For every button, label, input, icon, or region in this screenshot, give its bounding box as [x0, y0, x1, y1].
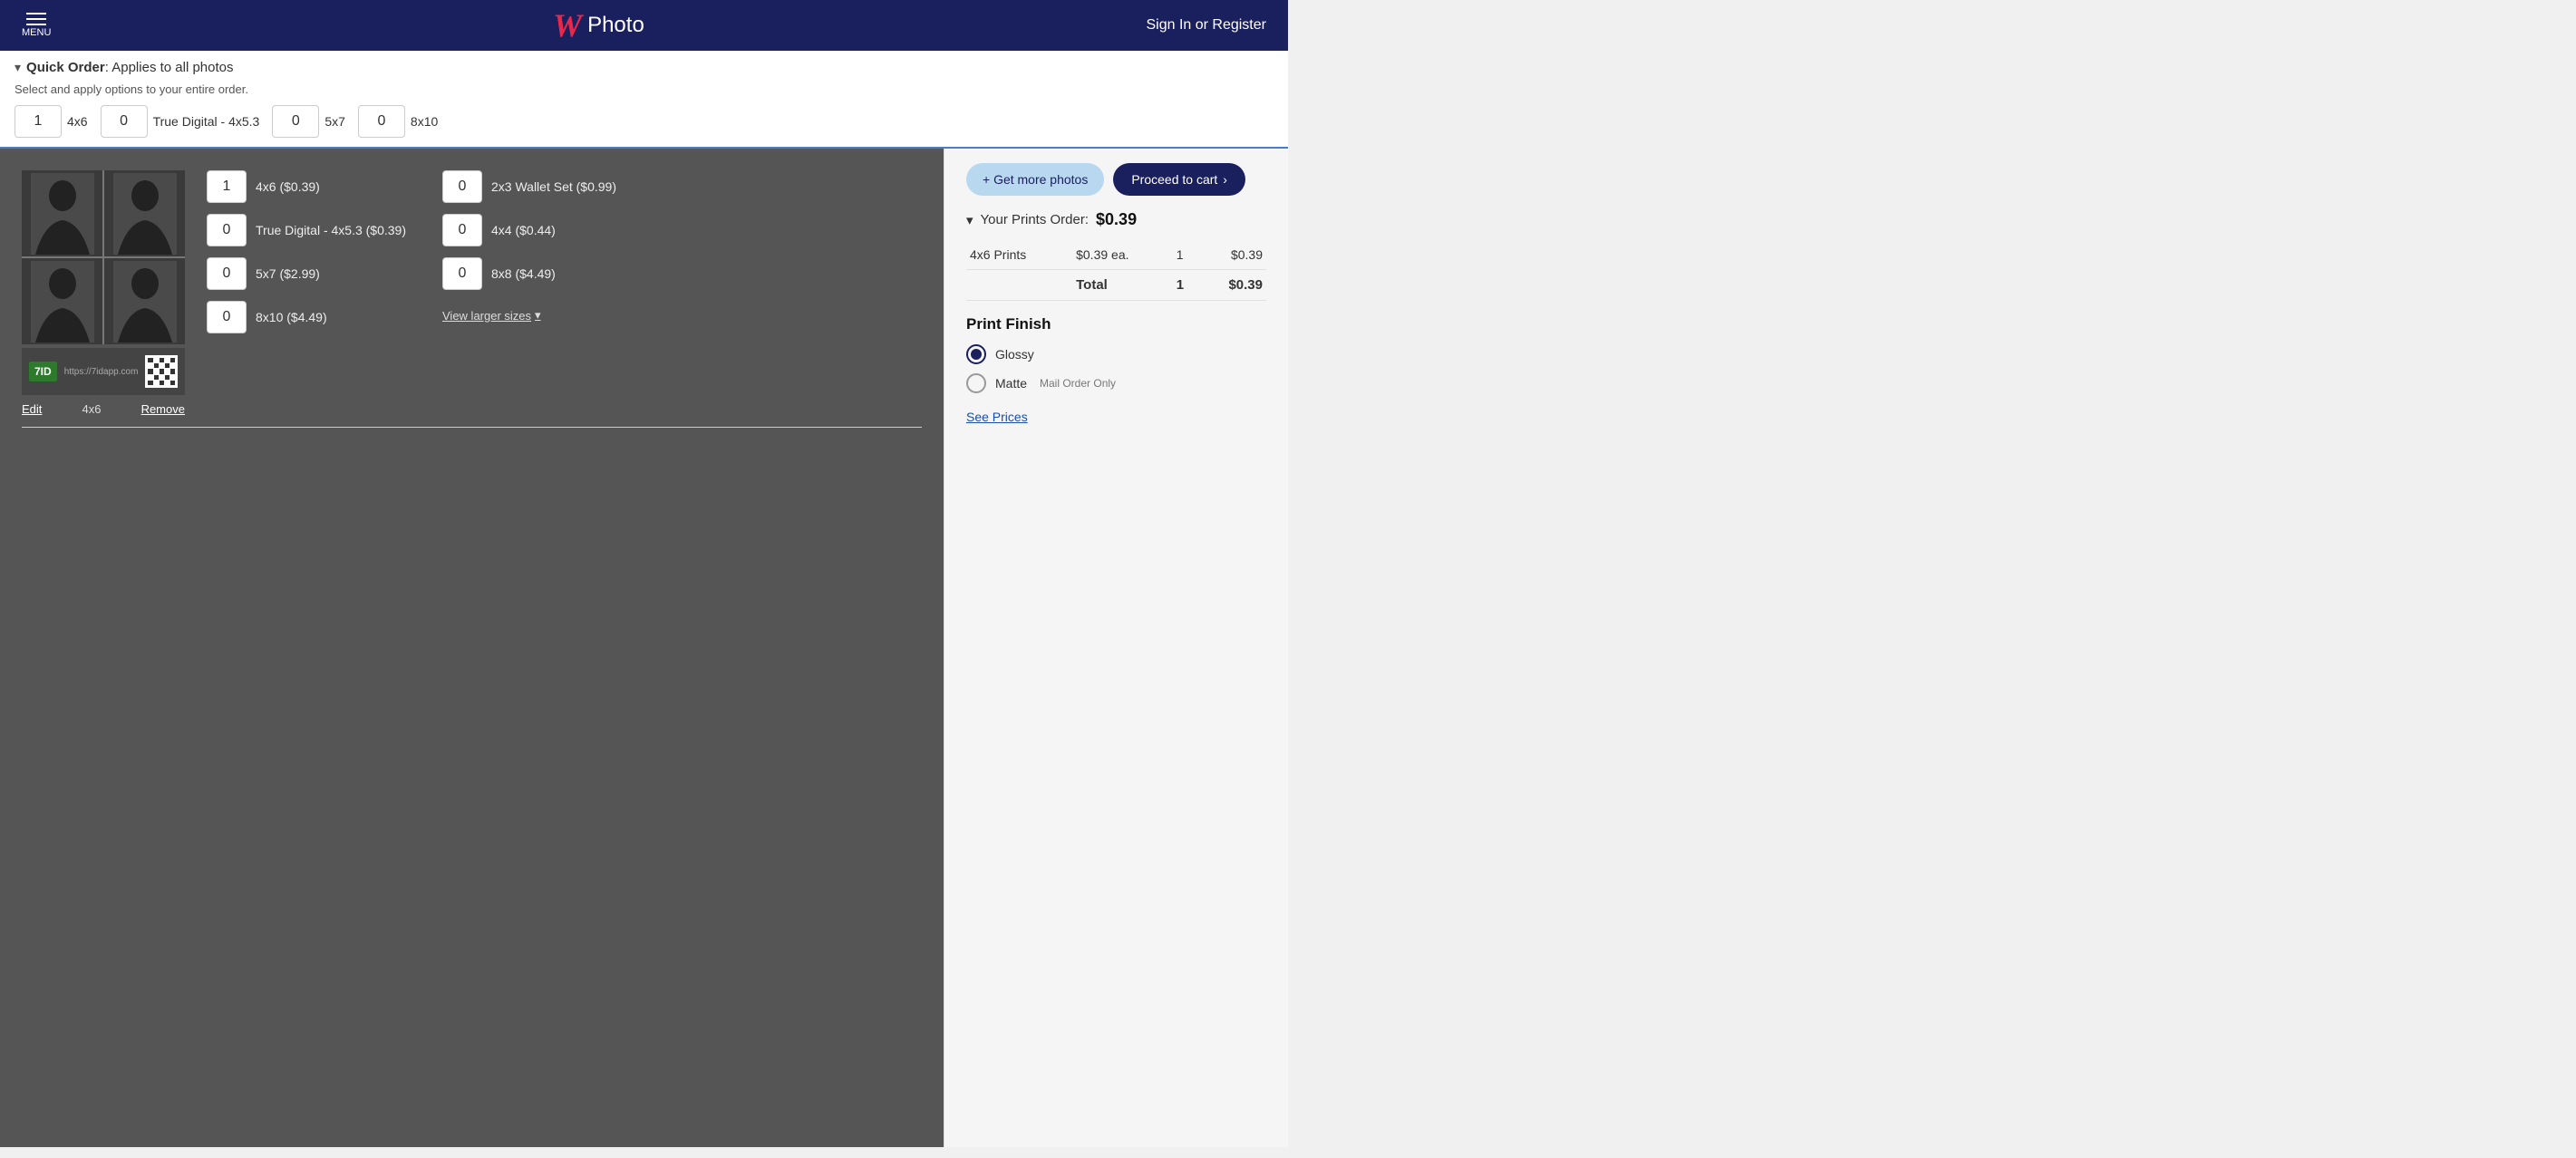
total-amount: $0.39 [1197, 270, 1266, 301]
label-option-4x4: 4x4 ($0.44) [491, 223, 556, 237]
matte-sublabel: Mail Order Only [1040, 377, 1116, 390]
photo-section: 7ID https://7idapp.com Edit 4x6 Re [22, 170, 922, 416]
matte-label: Matte [995, 376, 1027, 391]
item-qty: 1 [1173, 240, 1197, 270]
order-summary-label: Your Prints Order: [981, 212, 1089, 227]
photo-actions: Edit 4x6 Remove [22, 402, 185, 416]
photo-thumbnails: 7ID https://7idapp.com Edit 4x6 Re [22, 170, 185, 416]
person-silhouette-icon [113, 261, 177, 343]
label-option-true-digital: True Digital - 4x5.3 ($0.39) [256, 223, 406, 237]
qty-5x7[interactable]: 0 [207, 257, 247, 290]
options-col-left: 1 4x6 ($0.39) 0 True Digital - 4x5.3 ($0… [207, 170, 406, 333]
label-4x6: 4x6 [67, 114, 88, 129]
quick-order-bar: ▾ Quick Order: Applies to all photos Sel… [0, 51, 1288, 149]
label-option-5x7: 5x7 ($2.99) [256, 266, 320, 281]
section-divider [22, 427, 922, 428]
app-logo: W Photo [553, 6, 644, 44]
order-summary-header[interactable]: ▾ Your Prints Order: $0.39 [966, 210, 1266, 229]
action-buttons: + Get more photos Proceed to cart › [966, 163, 1266, 196]
table-row-total: Total 1 $0.39 [966, 270, 1266, 301]
quick-order-title[interactable]: ▾ Quick Order: Applies to all photos [15, 60, 1273, 75]
print-options: 1 4x6 ($0.39) 0 True Digital - 4x5.3 ($0… [207, 170, 922, 333]
view-larger-chevron-icon: ▾ [535, 308, 541, 323]
total-qty: 1 [1173, 270, 1197, 301]
edit-link[interactable]: Edit [22, 402, 42, 416]
print-finish-title: Print Finish [966, 315, 1266, 333]
quick-order-chevron-icon: ▾ [15, 60, 21, 75]
option-row-5x7: 0 5x7 ($2.99) [207, 257, 406, 290]
item-unit-price: $0.39 ea. [1072, 240, 1173, 270]
options-col-right: 0 2x3 Wallet Set ($0.99) 0 4x4 ($0.44) 0… [442, 170, 616, 333]
quick-order-subtitle: Select and apply options to your entire … [15, 82, 1273, 96]
proceed-arrow-icon: › [1223, 172, 1227, 187]
finish-option-glossy[interactable]: Glossy [966, 344, 1266, 364]
glossy-radio-button[interactable] [966, 344, 986, 364]
qty-4x6[interactable]: 1 [207, 170, 247, 203]
options-columns: 1 4x6 ($0.39) 0 True Digital - 4x5.3 ($0… [207, 170, 922, 333]
label-true-digital: True Digital - 4x5.3 [153, 114, 260, 129]
qr-code-icon [145, 355, 178, 388]
option-row-true-digital: 0 True Digital - 4x5.3 ($0.39) [207, 214, 406, 246]
qty-input-true-digital[interactable]: 0 [101, 105, 148, 138]
left-panel: 7ID https://7idapp.com Edit 4x6 Re [0, 149, 944, 1147]
label-8x10: 8x10 [411, 114, 438, 129]
qty-true-digital[interactable]: 0 [207, 214, 247, 246]
proceed-to-cart-button[interactable]: Proceed to cart › [1113, 163, 1245, 196]
matte-radio-button[interactable] [966, 373, 986, 393]
qty-input-8x10[interactable]: 0 [358, 105, 405, 138]
photo-watermark: 7ID https://7idapp.com [22, 348, 185, 395]
label-5x7: 5x7 [324, 114, 345, 129]
option-row-4x4: 0 4x4 ($0.44) [442, 214, 616, 246]
remove-link[interactable]: Remove [141, 402, 185, 416]
qty-8x8[interactable]: 0 [442, 257, 482, 290]
menu-button[interactable]: MENU [22, 13, 51, 38]
qty-input-5x7[interactable]: 0 [272, 105, 319, 138]
finish-option-matte[interactable]: Matte Mail Order Only [966, 373, 1266, 393]
label-option-8x8: 8x8 ($4.49) [491, 266, 556, 281]
label-option-wallet: 2x3 Wallet Set ($0.99) [491, 179, 616, 194]
order-table: 4x6 Prints $0.39 ea. 1 $0.39 Total 1 $0.… [966, 240, 1266, 301]
get-more-photos-button[interactable]: + Get more photos [966, 163, 1104, 196]
logo-w-icon: W [553, 6, 582, 44]
qty-4x4[interactable]: 0 [442, 214, 482, 246]
label-option-8x10: 8x10 ($4.49) [256, 310, 327, 324]
main-layout: 7ID https://7idapp.com Edit 4x6 Re [0, 149, 1288, 1147]
total-label-empty [966, 270, 1072, 301]
photo-size-label: 4x6 [82, 402, 102, 416]
photo-cell-1 [22, 170, 102, 256]
order-summary-chevron-icon: ▾ [966, 212, 973, 228]
option-row-wallet: 0 2x3 Wallet Set ($0.99) [442, 170, 616, 203]
watermark-badge: 7ID [29, 362, 57, 381]
order-total-price: $0.39 [1096, 210, 1137, 229]
photo-cell-2 [104, 170, 185, 256]
total-label: Total [1072, 270, 1173, 301]
qty-wallet[interactable]: 0 [442, 170, 482, 203]
option-row-8x8: 0 8x8 ($4.49) [442, 257, 616, 290]
quick-order-inputs: 1 4x6 0 True Digital - 4x5.3 0 5x7 0 8x1… [15, 105, 1273, 138]
table-row: 4x6 Prints $0.39 ea. 1 $0.39 [966, 240, 1266, 270]
right-panel: + Get more photos Proceed to cart › ▾ Yo… [944, 149, 1288, 1147]
photo-cell-4 [104, 258, 185, 344]
item-total: $0.39 [1197, 240, 1266, 270]
item-name: 4x6 Prints [966, 240, 1072, 270]
see-prices-link[interactable]: See Prices [966, 410, 1028, 424]
qty-8x10[interactable]: 0 [207, 301, 247, 333]
option-row-4x6: 1 4x6 ($0.39) [207, 170, 406, 203]
glossy-radio-inner [971, 349, 982, 360]
option-row-8x10: 0 8x10 ($4.49) [207, 301, 406, 333]
label-option-4x6: 4x6 ($0.39) [256, 179, 320, 194]
watermark-url: https://7idapp.com [64, 367, 139, 377]
view-larger-link[interactable]: View larger sizes ▾ [442, 308, 616, 323]
glossy-label: Glossy [995, 347, 1034, 362]
person-silhouette-icon [31, 173, 94, 255]
qty-input-4x6[interactable]: 1 [15, 105, 62, 138]
photo-cell-3 [22, 258, 102, 344]
photo-grid [22, 170, 185, 344]
person-silhouette-icon [31, 261, 94, 343]
app-header: MENU W Photo Sign In or Register [0, 0, 1288, 51]
print-finish-section: Print Finish Glossy Matte Mail Order Onl… [966, 315, 1266, 426]
person-silhouette-icon [113, 173, 177, 255]
signin-link[interactable]: Sign In or Register [1146, 17, 1266, 34]
